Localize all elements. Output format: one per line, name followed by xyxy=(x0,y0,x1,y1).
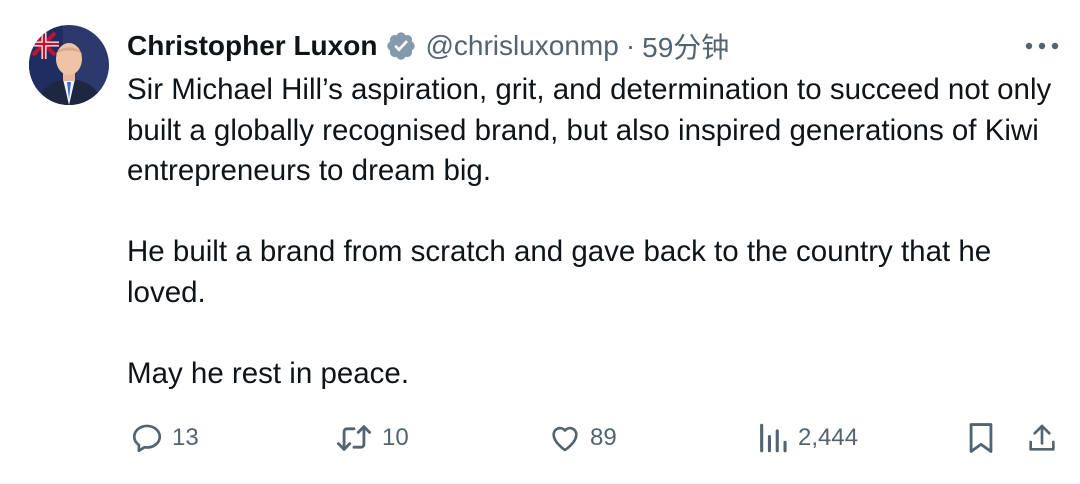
views-button[interactable]: 2,444 xyxy=(756,418,858,458)
verified-badge-icon xyxy=(385,30,417,62)
bookmark-icon xyxy=(969,423,993,453)
timestamp[interactable]: 59分钟 xyxy=(642,26,729,66)
like-count: 89 xyxy=(590,424,617,451)
like-button[interactable]: 89 xyxy=(548,418,617,458)
like-icon xyxy=(552,426,578,452)
more-icon[interactable] xyxy=(1018,30,1066,62)
author-name[interactable]: Christopher Luxon xyxy=(127,30,377,62)
tweet-text: Sir Michael Hill’s aspiration, grit, and… xyxy=(127,70,1057,394)
share-button[interactable] xyxy=(1026,418,1058,458)
repost-icon xyxy=(337,425,372,451)
view-count: 2,444 xyxy=(798,424,859,451)
tweet-paragraph: May he rest in peace. xyxy=(127,356,410,390)
share-icon xyxy=(1029,424,1055,451)
tweet-paragraph: He built a brand from scratch and gave b… xyxy=(127,235,992,309)
author-handle[interactable]: @chrisluxonmp xyxy=(425,30,618,62)
avatar[interactable] xyxy=(29,25,109,105)
bookmark-button[interactable] xyxy=(966,418,996,458)
tweet-paragraph: Sir Michael Hill’s aspiration, grit, and… xyxy=(127,73,1052,187)
views-icon xyxy=(760,423,787,453)
avatar-image xyxy=(29,25,109,105)
reply-count: 13 xyxy=(172,424,199,451)
tweet[interactable]: Christopher Luxon @chrisluxonmp · 59分钟 S… xyxy=(0,0,1080,484)
reply-icon xyxy=(132,424,162,453)
separator: · xyxy=(625,30,636,61)
repost-button[interactable]: 10 xyxy=(334,418,409,458)
tweet-header: Christopher Luxon @chrisluxonmp · 59分钟 xyxy=(127,26,970,66)
reply-button[interactable]: 13 xyxy=(130,418,199,458)
repost-count: 10 xyxy=(382,424,409,451)
